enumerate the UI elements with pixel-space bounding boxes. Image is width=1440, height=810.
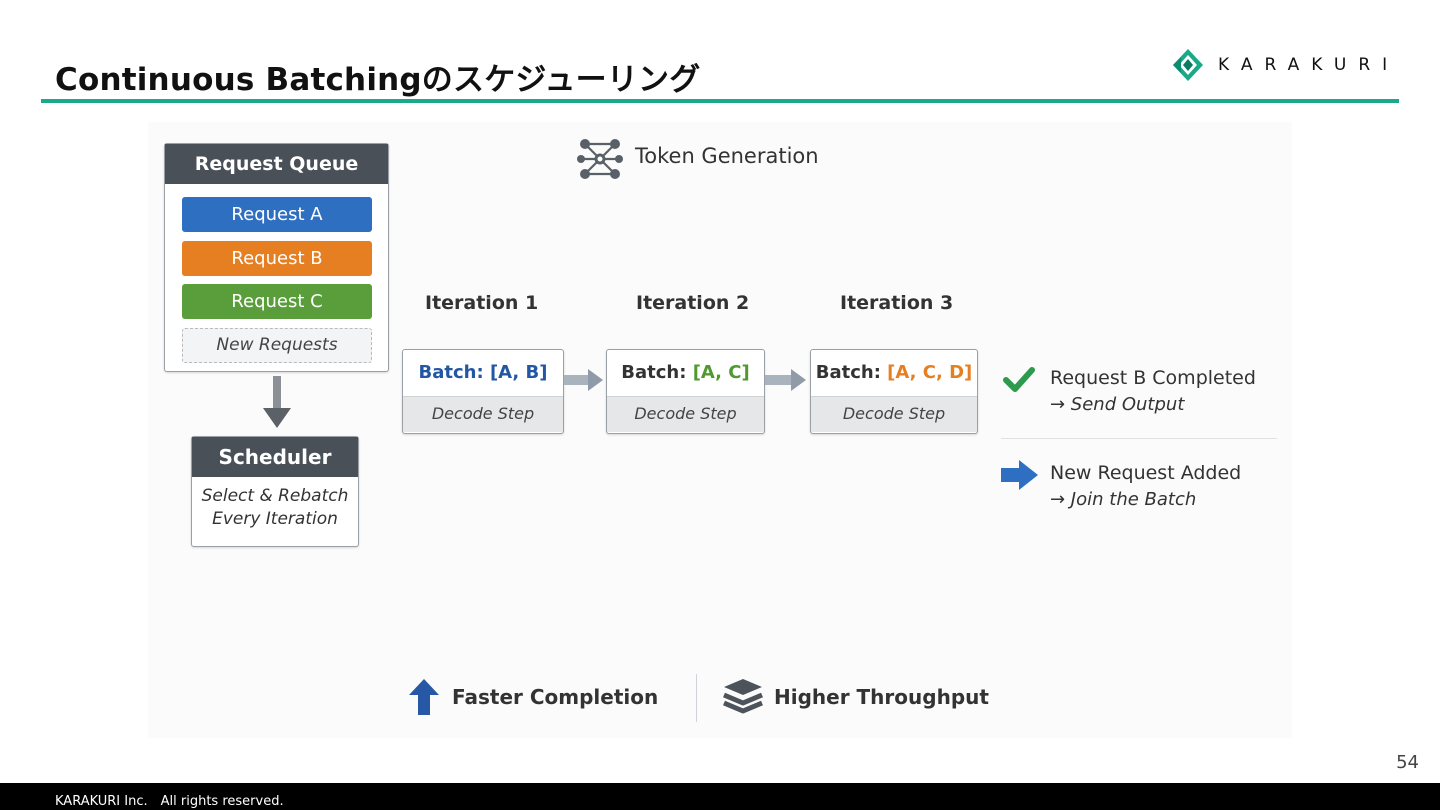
network-icon: [577, 139, 623, 179]
karakuri-logo: KARAKURI: [1172, 48, 1399, 82]
footer-bar: KARAKURI Inc. All rights reserved.: [0, 783, 1440, 810]
iteration-2-label: Iteration 2: [636, 292, 750, 314]
scheduler-title: Scheduler: [192, 437, 358, 477]
token-generation-label: Token Generation: [635, 144, 819, 168]
batch-2-step: Decode Step: [607, 396, 764, 432]
batch-1-prefix: Batch:: [418, 362, 490, 383]
logo-text: KARAKURI: [1218, 55, 1400, 75]
note-1-title: Request B Completed: [1050, 367, 1256, 389]
batch-1-line: Batch: [A, B]: [403, 350, 563, 396]
batch-1-step: Decode Step: [403, 396, 563, 432]
batch-3-prefix: Batch:: [815, 362, 888, 383]
request-b-item: Request B: [182, 241, 372, 276]
batch-2-prefix: Batch:: [621, 362, 693, 383]
faster-completion-label: Faster Completion: [452, 685, 659, 709]
batch-box-1: Batch: [A, B] Decode Step: [402, 349, 564, 434]
scheduler-line2: Every Iteration: [212, 509, 338, 529]
batch-2-line: Batch: [A, C]: [607, 350, 764, 396]
batch-2-value: [A, C]: [692, 362, 750, 383]
scheduler-line1: Select & Rebatch: [201, 486, 349, 506]
request-queue-box: Request Queue Request A Request B Reques…: [164, 143, 389, 372]
higher-throughput-label: Higher Throughput: [774, 685, 989, 709]
batch-3-line: Batch: [A, C, D]: [811, 350, 977, 396]
arrow-right-icon: [765, 369, 806, 391]
batch-3-value: [A, C, D]: [887, 362, 973, 383]
down-arrow-icon: [263, 376, 291, 428]
request-queue-title: Request Queue: [165, 144, 388, 184]
batch-3-step: Decode Step: [811, 396, 977, 432]
karakuri-logo-icon: [1173, 49, 1203, 81]
diagram-panel: Token Generation Request Queue Request A…: [148, 122, 1292, 738]
note-1-subtitle: → Send Output: [1050, 394, 1185, 415]
batch-box-3: Batch: [A, C, D] Decode Step: [810, 349, 978, 434]
arrow-right-icon: [1001, 460, 1038, 490]
iteration-1-label: Iteration 1: [425, 292, 539, 314]
request-c-item: Request C: [182, 284, 372, 319]
layers-icon: [723, 679, 763, 714]
page-number: 54: [1396, 752, 1419, 773]
request-a-item: Request A: [182, 197, 372, 232]
check-icon: [1003, 367, 1035, 392]
title-rule: [41, 99, 1399, 103]
scheduler-box: Scheduler Select & Rebatch Every Iterati…: [191, 436, 359, 547]
benefits-divider: [696, 674, 697, 722]
notes-divider: [1001, 438, 1277, 439]
slide-title: Continuous Batchingのスケジューリング: [55, 62, 701, 98]
note-2-subtitle: → Join the Batch: [1050, 489, 1197, 510]
arrow-right-icon: [564, 369, 603, 391]
batch-1-value: [A, B]: [489, 362, 548, 383]
arrow-up-icon: [409, 679, 439, 715]
new-requests-item: New Requests: [182, 328, 372, 363]
iteration-3-label: Iteration 3: [840, 292, 954, 314]
batch-box-2: Batch: [A, C] Decode Step: [606, 349, 765, 434]
footer-copyright: KARAKURI Inc. All rights reserved.: [55, 794, 284, 809]
note-2-title: New Request Added: [1050, 462, 1242, 484]
